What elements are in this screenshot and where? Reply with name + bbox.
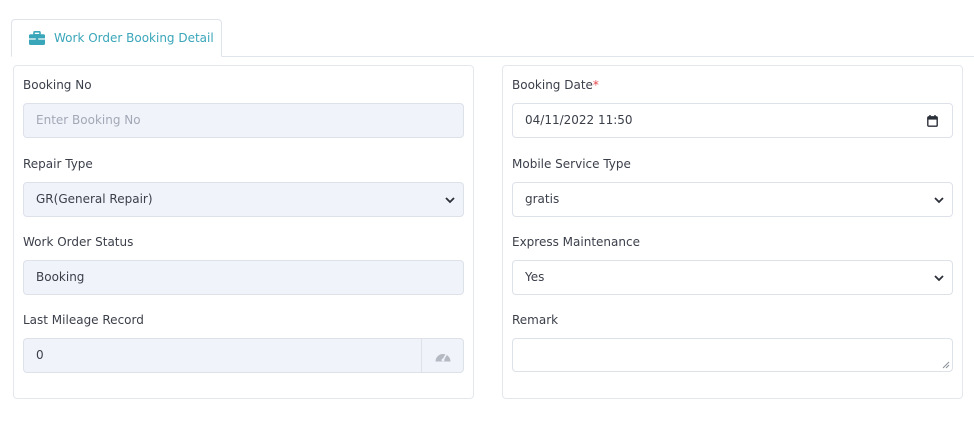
right-form-panel: Booking Date* 04/11/2022 11:50 Mobile Se… [502,65,963,399]
chevron-down-icon [934,197,944,204]
repair-type-field: Repair Type GR(General Repair) [23,156,464,217]
tab-bar-divider [222,56,974,57]
mobile-service-type-field: Mobile Service Type gratis [512,156,953,217]
express-maintenance-label: Express Maintenance [512,235,640,249]
mobile-service-type-label: Mobile Service Type [512,157,631,171]
remark-textarea[interactable] [512,338,953,372]
remark-label: Remark [512,313,559,327]
required-asterisk: * [592,78,599,92]
tab-work-order-booking-detail[interactable]: Work Order Booking Detail [11,19,222,57]
mileage-addon [421,339,463,372]
booking-date-label-text: Booking Date [512,78,593,92]
remark-field: Remark [512,312,953,372]
tab-label: Work Order Booking Detail [54,31,214,45]
left-form-panel: Booking No Enter Booking No Repair Type … [13,65,474,399]
booking-date-input[interactable]: 04/11/2022 11:50 [512,103,953,138]
resize-handle-icon[interactable] [942,361,950,369]
calendar-icon[interactable] [927,115,938,127]
briefcase-icon [29,31,45,45]
booking-no-field: Booking No Enter Booking No [23,77,464,138]
repair-type-label: Repair Type [23,157,93,171]
chevron-down-icon [445,197,455,204]
repair-type-select[interactable]: GR(General Repair) [23,182,464,217]
work-order-status-value: Booking [36,270,85,284]
tab-bar: Work Order Booking Detail [0,0,974,57]
booking-date-value: 04/11/2022 11:50 [525,113,633,127]
mobile-service-type-select[interactable]: gratis [512,182,953,217]
express-maintenance-select[interactable]: Yes [512,260,953,295]
chevron-down-icon [934,275,944,282]
express-maintenance-value: Yes [525,270,545,284]
booking-no-placeholder: Enter Booking No [36,113,141,127]
booking-no-input[interactable]: Enter Booking No [23,103,464,138]
last-mileage-input[interactable]: 0 [23,338,464,373]
booking-no-label: Booking No [23,78,92,92]
repair-type-value: GR(General Repair) [36,192,153,206]
last-mileage-label: Last Mileage Record [23,313,144,327]
mobile-service-type-value: gratis [525,192,560,206]
last-mileage-value: 0 [36,348,44,362]
booking-date-label: Booking Date* [512,77,953,93]
speedometer-icon [435,353,450,361]
work-order-status-label: Work Order Status [23,235,134,249]
last-mileage-field: Last Mileage Record 0 [23,312,464,373]
work-order-status-field: Work Order Status Booking [23,234,464,295]
work-order-status-input[interactable]: Booking [23,260,464,295]
express-maintenance-field: Express Maintenance Yes [512,234,953,295]
booking-date-field: Booking Date* 04/11/2022 11:50 [512,77,953,138]
